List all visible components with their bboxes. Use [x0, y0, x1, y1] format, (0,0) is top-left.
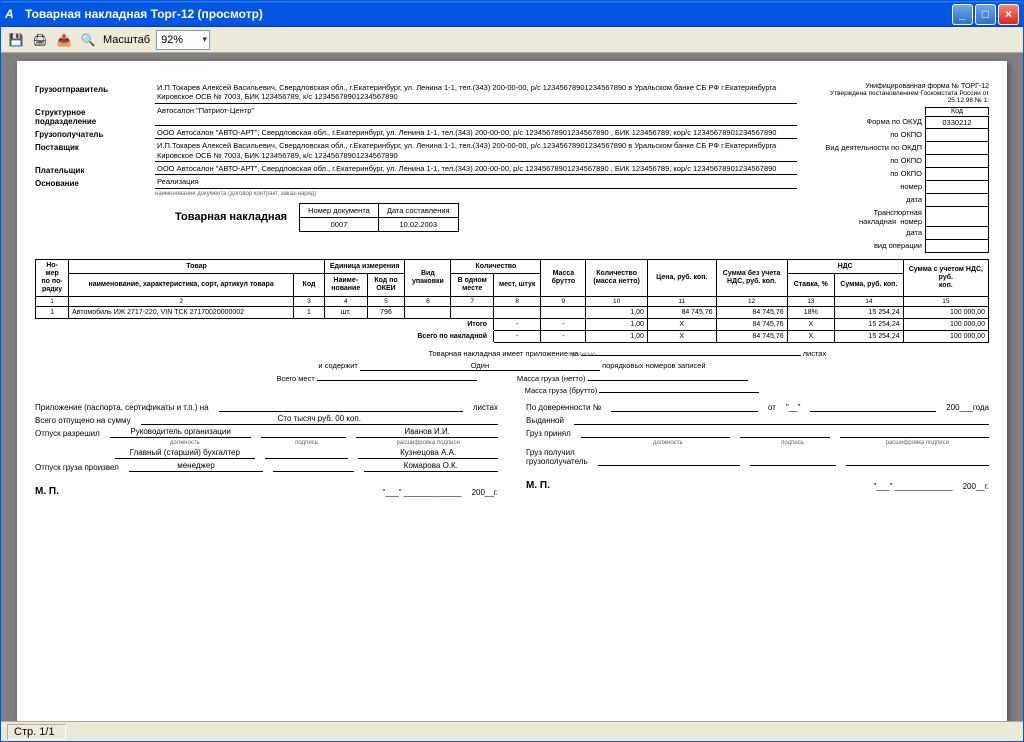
- codes-column: Унифицированная форма № ТОРГ-12 Утвержде…: [807, 83, 989, 253]
- payer-value: ООО Автосалон "АВТО-АРТ", Свердловская о…: [155, 164, 797, 175]
- zoom-label: Масштаб: [103, 34, 150, 46]
- titlebar[interactable]: A Товарная накладная Торг-12 (просмотр) …: [1, 1, 1023, 27]
- export-icon[interactable]: 📤: [55, 31, 73, 49]
- basis-value: Реализация: [155, 177, 797, 188]
- basis-label: Основание: [35, 177, 147, 188]
- supplier-label: Поставщик: [35, 141, 147, 162]
- app-icon: A: [5, 6, 21, 22]
- preview-window: A Товарная накладная Торг-12 (просмотр) …: [0, 0, 1024, 742]
- shipper-value: И.П.Токарев Алексей Васильевич, Свердлов…: [155, 83, 797, 104]
- maximize-button[interactable]: □: [975, 4, 996, 25]
- zoom-select[interactable]: 92%: [156, 30, 210, 50]
- payer-label: Плательщик: [35, 164, 147, 175]
- document-page: Грузоотправитель И.П.Токарев Алексей Вас…: [17, 61, 1007, 721]
- unit-label: Структурное подразделение: [35, 106, 147, 126]
- page-indicator: Стр. 1/1: [7, 724, 66, 740]
- statusbar: Стр. 1/1: [1, 721, 1023, 741]
- right-signatures: По доверенности №от "__"200___года Выдан…: [526, 401, 989, 499]
- doc-number-table: Номер документаДата составления 000710.0…: [299, 203, 458, 232]
- find-icon[interactable]: 🔍: [79, 31, 97, 49]
- window-title: Товарная накладная Торг-12 (просмотр): [25, 7, 263, 21]
- close-button[interactable]: ×: [998, 4, 1019, 25]
- save-icon[interactable]: 💾: [7, 31, 25, 49]
- items-table: Но-мерпо по-рядку Товар Единица измерени…: [35, 259, 989, 343]
- consignee-label: Грузополучатель: [35, 128, 147, 139]
- consignee-value: ООО Автосалон "АВТО-АРТ", Свердловская о…: [155, 128, 797, 139]
- below-section: Товарная накладная имеет приложение на л…: [35, 349, 989, 395]
- unit-value: Автосалон "Патриот-Центр": [155, 106, 797, 126]
- minimize-button[interactable]: _: [952, 4, 973, 25]
- supplier-value: И.П.Токарев Алексей Васильевич, Свердлов…: [155, 141, 797, 162]
- doc-title: Товарная накладная: [175, 211, 287, 223]
- left-signatures: Приложение (паспорта, сертификаты и т.п.…: [35, 401, 498, 499]
- toolbar: 💾 🖨 📤 🔍 Масштаб 92%: [1, 27, 1023, 53]
- viewer-area[interactable]: Грузоотправитель И.П.Токарев Алексей Вас…: [1, 53, 1023, 721]
- shipper-label: Грузоотправитель: [35, 83, 147, 104]
- table-row: 1 Автомобиль ИЖ 2717-220, VIN ТСК 271700…: [36, 307, 989, 319]
- print-icon[interactable]: 🖨: [31, 31, 49, 49]
